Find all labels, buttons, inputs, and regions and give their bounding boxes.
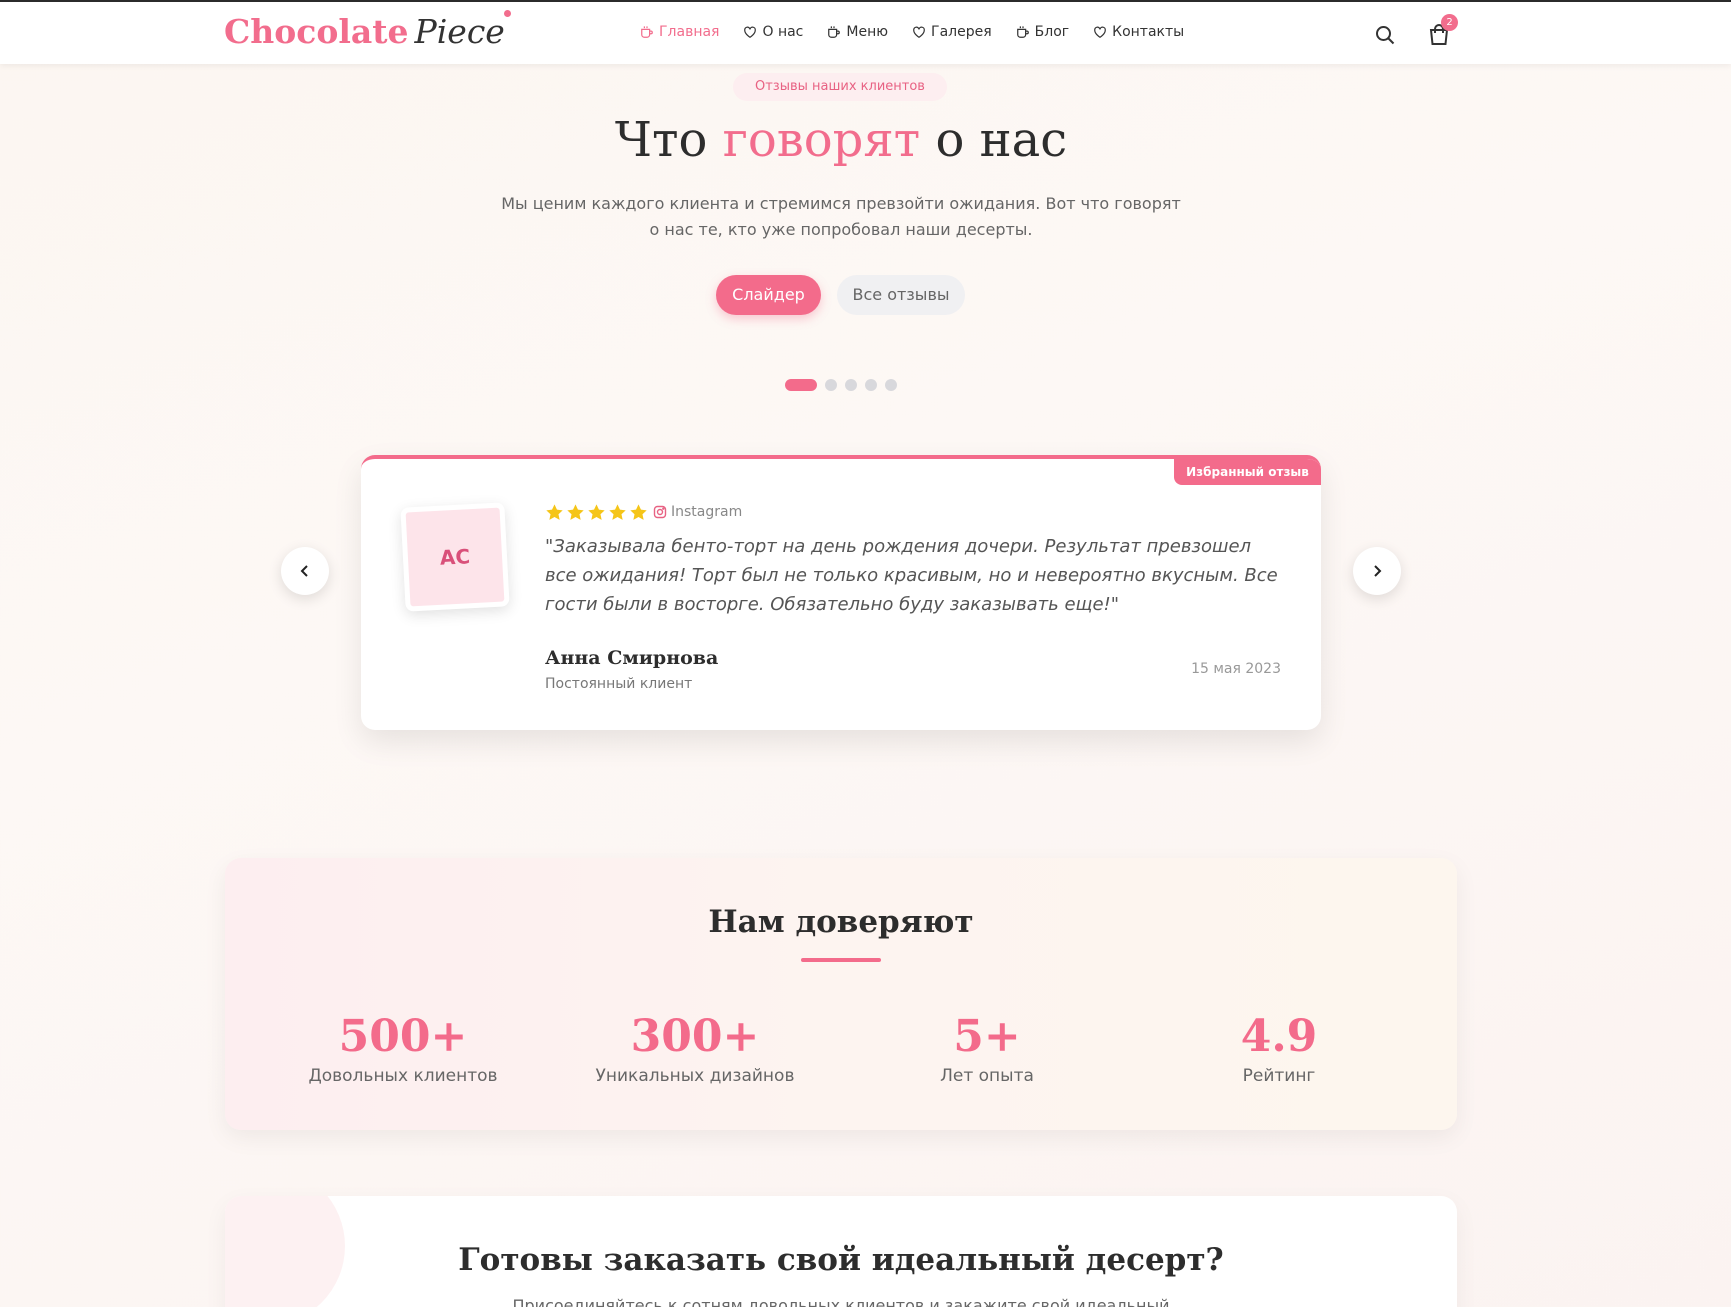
slider-dot[interactable] (865, 379, 877, 391)
slider-pagination (785, 379, 897, 391)
stats-title: Нам доверяют (708, 904, 974, 940)
slider-dot[interactable] (785, 379, 817, 391)
stat-value: 500+ (338, 1011, 468, 1062)
review-author: Анна Смирнова (545, 647, 719, 669)
stat-value: 300+ (630, 1011, 760, 1062)
title-underline (801, 958, 881, 962)
nav-item-about[interactable]: О нас (743, 24, 803, 40)
stat-label: Довольных клиентов (308, 1066, 498, 1086)
next-slide-button[interactable] (1353, 547, 1401, 595)
logo-accent: Piece (414, 12, 505, 51)
nav-item-menu[interactable]: Меню (827, 24, 888, 40)
nav-label: Галерея (931, 24, 992, 40)
slider-dot[interactable] (825, 379, 837, 391)
main-nav: Главная О нас Меню Галерея Блог Контакты (640, 24, 1184, 40)
review-card: Избранный отзыв АС Instagram "Заказывала… (361, 455, 1321, 730)
nav-label: Блог (1034, 24, 1070, 40)
star-icon (609, 504, 626, 520)
nav-item-home[interactable]: Главная (640, 24, 719, 40)
star-icon (630, 504, 647, 520)
chevron-left-icon (300, 565, 308, 577)
trust-stats-section: Нам доверяют 500+ Довольных клиентов 300… (225, 858, 1457, 1130)
title-accent: говорят (722, 112, 921, 168)
rating-stars (545, 503, 648, 522)
order-cta-section: Готовы заказать свой идеальный десерт? П… (225, 1196, 1457, 1307)
review-source: Instagram (653, 504, 742, 520)
logo-dot (503, 10, 511, 17)
prev-slide-button[interactable] (281, 547, 329, 595)
slider-dot[interactable] (885, 379, 897, 391)
heart-icon (913, 26, 925, 38)
featured-badge: Избранный отзыв (1174, 459, 1321, 485)
instagram-icon (653, 505, 667, 519)
stat-label: Лет опыта (940, 1066, 1034, 1086)
cta-title: Готовы заказать свой идеальный десерт? (458, 1242, 1224, 1278)
cta-subtitle: Присоединяйтесь к сотням довольных клиен… (512, 1296, 1170, 1307)
nav-label: Главная (659, 24, 720, 40)
stat-label: Рейтинг (1242, 1066, 1316, 1086)
title-part: о нас (935, 112, 1068, 168)
review-text: "Заказывала бенто-торт на день рождения … (545, 536, 1278, 615)
stat-item: 4.9 Рейтинг (1133, 1010, 1425, 1086)
page-subtitle: Мы ценим каждого клиента и стремимся пре… (501, 194, 1181, 239)
review-author-role: Постоянный клиент (545, 676, 693, 692)
tab-all-reviews[interactable]: Все отзывы (837, 275, 965, 315)
logo-main: Chocolate (224, 12, 409, 51)
stat-value: 4.9 (1240, 1011, 1318, 1062)
page-title: Что говорят о нас (0, 112, 1682, 168)
stat-item: 300+ Уникальных дизайнов (549, 1010, 841, 1086)
heart-icon (1094, 26, 1106, 38)
avatar: АС (400, 502, 510, 612)
search-icon[interactable] (1374, 24, 1396, 46)
chevron-right-icon (1374, 565, 1382, 577)
slider-dot[interactable] (845, 379, 857, 391)
title-part: Что (614, 112, 708, 168)
stat-item: 5+ Лет опыта (841, 1010, 1133, 1086)
nav-item-contacts[interactable]: Контакты (1093, 24, 1184, 40)
star-icon (567, 504, 584, 520)
nav-label: Контакты (1112, 24, 1185, 40)
cup-icon (641, 26, 653, 38)
source-label: Instagram (671, 504, 743, 520)
heart-icon (744, 26, 757, 38)
stat-item: 500+ Довольных клиентов (257, 1010, 549, 1086)
tab-slider[interactable]: Слайдер (716, 275, 821, 315)
nav-label: О нас (762, 24, 804, 40)
section-eyebrow: Отзывы наших клиентов (733, 73, 947, 101)
logo[interactable]: Chocolate Piece (224, 10, 511, 51)
site-header: Chocolate Piece Главная О нас Меню Галере… (0, 2, 1731, 64)
nav-label: Меню (846, 24, 889, 40)
stat-label: Уникальных дизайнов (595, 1066, 795, 1086)
cup-icon (1016, 26, 1029, 38)
cart-count-badge: 2 (1441, 14, 1458, 31)
cup-icon (828, 26, 841, 38)
star-icon (546, 504, 563, 520)
star-icon (588, 504, 605, 520)
nav-item-blog[interactable]: Блог (1016, 24, 1069, 40)
review-date: 15 мая 2023 (1191, 661, 1281, 677)
nav-item-gallery[interactable]: Галерея (912, 24, 992, 40)
stat-value: 5+ (953, 1011, 1021, 1062)
